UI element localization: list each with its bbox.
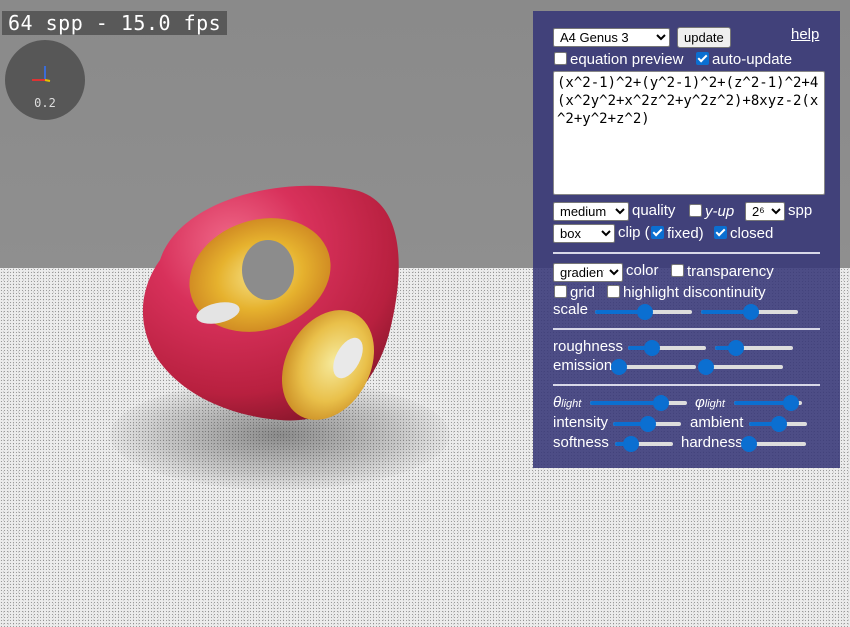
clip-fixed-checkbox[interactable] xyxy=(651,226,664,239)
closed-option[interactable]: closed xyxy=(713,225,773,242)
scale-slider-2[interactable] xyxy=(701,304,798,320)
softness-label: softness xyxy=(553,434,609,451)
ambient-label: ambient xyxy=(690,414,744,431)
spp-label: spp xyxy=(788,202,813,219)
clip-select[interactable]: box xyxy=(553,224,615,243)
transparency-label: transparency xyxy=(687,263,774,280)
equation-preview-option[interactable]: equation preview xyxy=(553,51,683,68)
yup-checkbox[interactable] xyxy=(689,204,702,217)
theta-light-slider[interactable] xyxy=(590,395,687,411)
phi-light-slider[interactable] xyxy=(734,395,802,411)
clip-label: clip ( xyxy=(618,224,650,241)
spp-select[interactable]: 2⁶ xyxy=(745,202,785,221)
rendered-surface xyxy=(142,185,399,421)
color-select[interactable]: gradient xyxy=(553,263,623,282)
roughness-label: roughness xyxy=(553,338,624,355)
slider-track[interactable] xyxy=(705,365,783,369)
clip-fixed-option[interactable]: fixed) xyxy=(650,225,704,242)
auto-update-option[interactable]: auto-update xyxy=(695,51,792,68)
grid-checkbox[interactable] xyxy=(554,285,567,298)
quality-label: quality xyxy=(632,202,676,219)
slider-track[interactable] xyxy=(618,365,696,369)
theta-light-label: θlight xyxy=(553,394,582,411)
slider-thumb[interactable] xyxy=(698,359,714,375)
quality-select[interactable]: medium xyxy=(553,202,629,221)
equation-preview-label: equation preview xyxy=(570,51,684,68)
slider-thumb[interactable] xyxy=(782,395,799,411)
phi-light-label: φlight xyxy=(695,394,725,411)
ambient-slider[interactable] xyxy=(749,416,807,432)
emission-slider-2[interactable] xyxy=(698,359,783,375)
closed-checkbox[interactable] xyxy=(714,226,727,239)
highlight-discontinuity-label: highlight discontinuity xyxy=(623,284,766,301)
closed-label: closed xyxy=(730,225,774,242)
divider xyxy=(553,384,820,386)
grid-label: grid xyxy=(570,284,596,301)
auto-update-checkbox[interactable] xyxy=(696,52,709,65)
slider-thumb[interactable] xyxy=(640,416,656,432)
slider-thumb[interactable] xyxy=(742,304,759,320)
equation-preview-checkbox[interactable] xyxy=(554,52,567,65)
emission-label: emission xyxy=(553,357,613,374)
emission-slider-1[interactable] xyxy=(611,359,696,375)
divider xyxy=(553,252,820,254)
preset-select[interactable]: A4 Genus 3 xyxy=(553,28,670,47)
slider-thumb[interactable] xyxy=(622,436,639,452)
fps-counter: 64 spp - 15.0 fps xyxy=(2,11,228,35)
help-link[interactable]: help xyxy=(791,26,819,43)
transparency-option[interactable]: transparency xyxy=(670,263,774,280)
update-button[interactable]: update xyxy=(677,27,731,48)
auto-update-label: auto-update xyxy=(712,51,793,68)
color-label: color xyxy=(626,262,659,279)
equation-textarea[interactable]: (x^2-1)^2+(y^2-1)^2+(z^2-1)^2+4(x^2y^2+x… xyxy=(553,71,825,195)
control-panel: A4 Genus 3 update help equation preview … xyxy=(533,11,840,468)
roughness-slider-2[interactable] xyxy=(715,340,793,356)
highlight-discontinuity-checkbox[interactable] xyxy=(607,285,620,298)
intensity-slider[interactable] xyxy=(613,416,681,432)
slider-fill xyxy=(734,401,790,405)
axes-gizmo[interactable]: 0.2 xyxy=(5,40,85,120)
divider xyxy=(553,328,820,330)
grid-option[interactable]: grid xyxy=(553,284,595,301)
scale-label: scale xyxy=(553,301,589,318)
transparency-checkbox[interactable] xyxy=(671,264,684,277)
yup-option[interactable]: y-up xyxy=(688,203,734,220)
slider-thumb[interactable] xyxy=(652,395,669,411)
slider-thumb[interactable] xyxy=(644,340,661,356)
softness-slider[interactable] xyxy=(615,436,673,452)
axes-scale-label: 0.2 xyxy=(34,96,56,110)
clip-fixed-label: fixed) xyxy=(667,225,704,242)
highlight-discontinuity-option[interactable]: highlight discontinuity xyxy=(606,284,766,301)
hardness-slider[interactable] xyxy=(741,436,806,452)
slider-thumb[interactable] xyxy=(611,359,627,375)
slider-thumb[interactable] xyxy=(741,436,757,452)
intensity-label: intensity xyxy=(553,414,609,431)
scale-slider-1[interactable] xyxy=(595,304,692,320)
yup-label: y-up xyxy=(705,203,735,220)
slider-fill xyxy=(590,401,660,405)
roughness-slider-1[interactable] xyxy=(628,340,706,356)
slider-thumb[interactable] xyxy=(727,340,744,356)
slider-thumb[interactable] xyxy=(636,304,653,320)
hardness-label: hardness xyxy=(681,434,743,451)
slider-thumb[interactable] xyxy=(771,416,787,432)
